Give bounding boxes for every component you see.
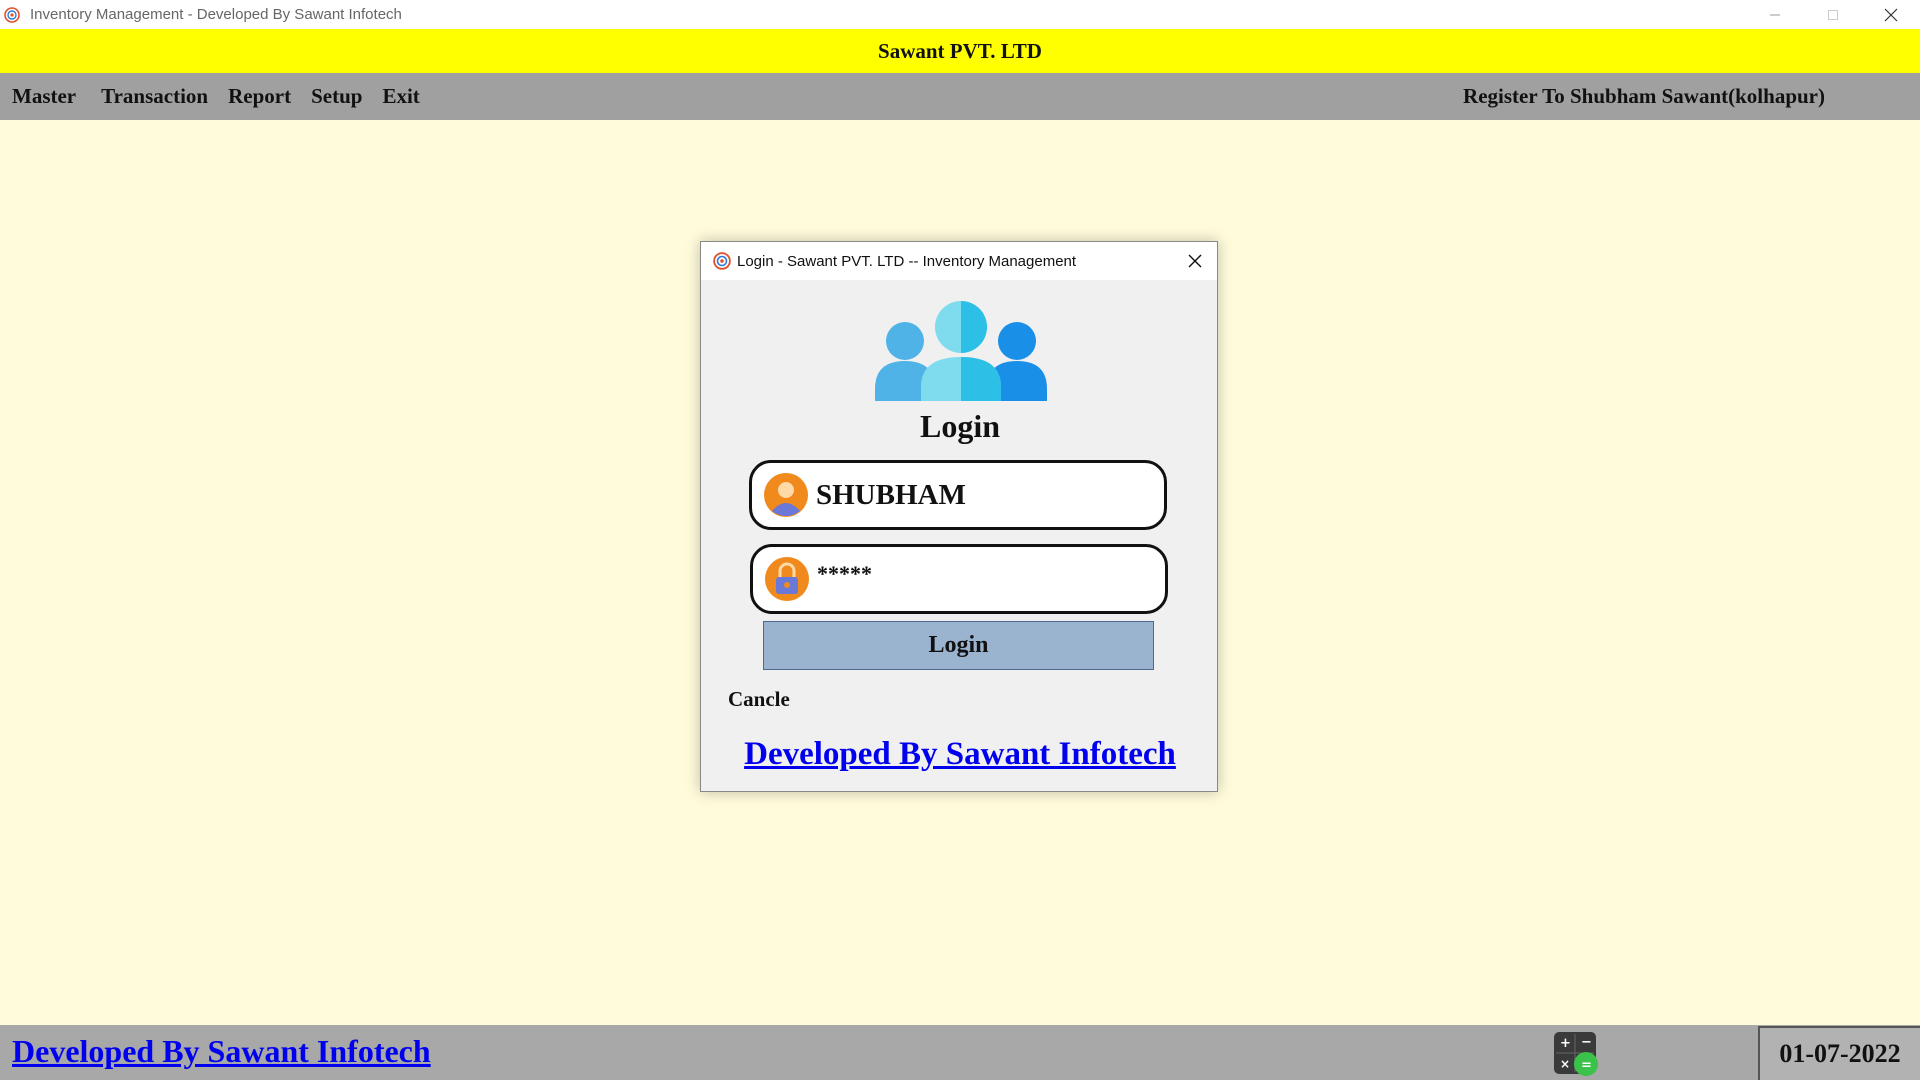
maximize-button[interactable] — [1804, 0, 1862, 29]
password-value: ***** — [817, 561, 872, 586]
status-developer-link[interactable]: Developed By Sawant Infotech — [12, 1033, 431, 1070]
close-icon — [1188, 254, 1202, 268]
dialog-titlebar: Login - Sawant PVT. LTD -- Inventory Man… — [701, 242, 1217, 280]
status-bar: Developed By Sawant Infotech + − × = 01-… — [0, 1025, 1920, 1080]
svg-text:=: = — [1581, 1058, 1592, 1073]
dialog-target-icon — [713, 252, 731, 270]
svg-text:×: × — [1560, 1057, 1570, 1071]
login-button[interactable]: Login — [763, 621, 1154, 670]
window-controls — [1746, 0, 1920, 29]
menu-bar: Master Transaction Report Setup Exit Reg… — [0, 73, 1920, 120]
calculator-icon[interactable]: + − × = — [1552, 1030, 1602, 1076]
login-dialog: Login - Sawant PVT. LTD -- Inventory Man… — [700, 241, 1218, 792]
menu-transaction[interactable]: Transaction — [93, 84, 216, 109]
username-field[interactable]: SHUBHAM — [749, 460, 1167, 530]
username-value: SHUBHAM — [816, 478, 966, 511]
login-heading: Login — [919, 408, 1001, 444]
window-titlebar: Inventory Management - Developed By Sawa… — [0, 0, 1920, 29]
menu-master[interactable]: Master — [4, 84, 84, 109]
registration-text: Register To Shubham Sawant(kolhapur) — [1463, 84, 1825, 108]
users-group-icon — [875, 301, 1047, 401]
menu-exit[interactable]: Exit — [374, 84, 427, 109]
company-banner: Sawant PVT. LTD — [0, 29, 1920, 73]
app-target-icon — [4, 6, 20, 23]
lock-icon — [765, 557, 809, 601]
date-display: 01-07-2022 — [1758, 1026, 1920, 1080]
password-field[interactable]: ***** — [750, 544, 1168, 614]
dialog-close-button[interactable] — [1181, 247, 1209, 275]
menu-report[interactable]: Report — [220, 84, 299, 109]
close-icon — [1884, 8, 1898, 21]
cancel-button[interactable]: Cancle — [728, 687, 790, 712]
minimize-button[interactable] — [1746, 0, 1804, 29]
user-avatar-icon — [764, 473, 808, 517]
svg-text:+: + — [1560, 1036, 1571, 1051]
dialog-title: Login - Sawant PVT. LTD -- Inventory Man… — [737, 252, 1077, 270]
window-title: Inventory Management - Developed By Sawa… — [30, 6, 402, 23]
maximize-icon — [1828, 9, 1838, 20]
company-name: Sawant PVT. LTD — [878, 38, 1042, 63]
dialog-developer-link[interactable]: Developed By Sawant Infotech — [701, 736, 1219, 773]
menu-setup[interactable]: Setup — [303, 84, 370, 109]
minimize-icon — [1770, 14, 1780, 15]
close-window-button[interactable] — [1862, 0, 1920, 29]
svg-text:−: − — [1581, 1035, 1592, 1050]
